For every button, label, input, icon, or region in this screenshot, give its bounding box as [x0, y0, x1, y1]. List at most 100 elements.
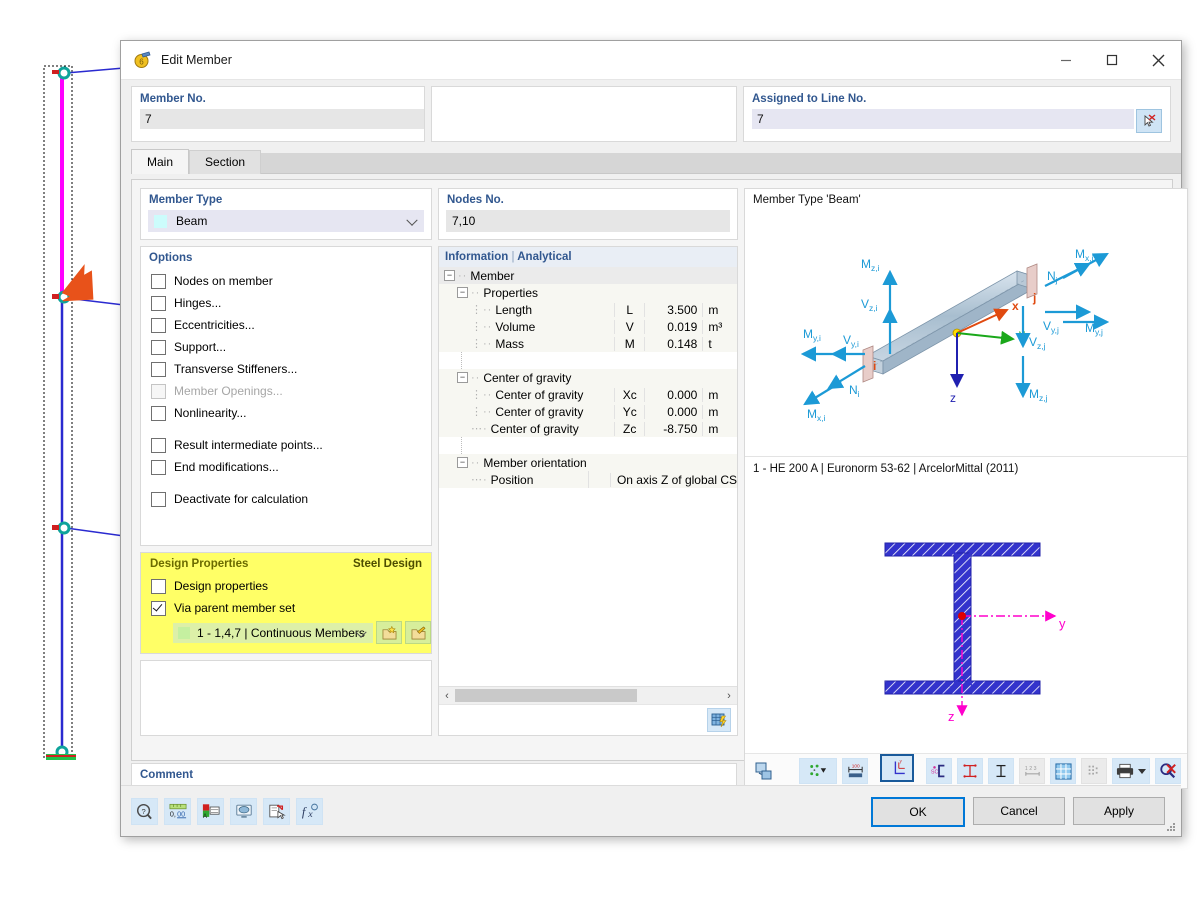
option-label: Result intermediate points... — [174, 438, 323, 452]
option-end-modifications[interactable]: End modifications... — [151, 456, 431, 478]
option-transverse-stiffeners[interactable]: Transverse Stiffeners... — [151, 358, 431, 380]
tree-row-cog-z[interactable]: ⋯· Center of gravity Zc -8.750 m — [439, 420, 737, 437]
tree-row-member[interactable]: − ·· Member — [439, 267, 737, 284]
window-controls — [1043, 41, 1181, 79]
checkbox-deactivate-for-calculation[interactable] — [151, 491, 166, 507]
checkbox-via-parent-member-set[interactable] — [151, 600, 166, 616]
maximize-icon[interactable] — [1089, 41, 1135, 79]
checkbox-support[interactable] — [151, 339, 166, 355]
new-member-set-icon[interactable] — [376, 621, 403, 644]
tab-section[interactable]: Section — [189, 150, 262, 174]
ok-button[interactable]: OK — [871, 797, 965, 827]
tree-row-center-of-gravity-group[interactable]: − ·· Center of gravity — [439, 369, 737, 386]
scroll-thumb[interactable] — [455, 689, 637, 702]
checkbox-nodes-on-member[interactable] — [151, 273, 166, 289]
tree-unit: m — [702, 302, 737, 317]
resize-grip[interactable] — [1165, 821, 1177, 833]
cancel-button[interactable]: Cancel — [973, 797, 1065, 825]
information-panel: Information | Analytical − ·· Member − ·… — [438, 246, 738, 736]
dialog-footer: ? 0, 00 A f x OK Cancel Apply — [121, 785, 1181, 836]
print-icon[interactable] — [1112, 758, 1150, 784]
checkbox-transverse-stiffeners[interactable] — [151, 361, 166, 377]
section-caption: 1 - HE 200 A | Euronorm 53-62 | ArcelorM… — [753, 463, 1019, 475]
display-properties-icon[interactable]: A — [197, 798, 224, 825]
table-grid-icon[interactable] — [707, 708, 731, 732]
option-result-intermediate-points[interactable]: Result intermediate points... — [151, 434, 431, 456]
footer-buttons: OK Cancel Apply — [871, 797, 1165, 827]
scroll-track[interactable] — [455, 688, 721, 703]
collapse-expander-icon[interactable]: − — [444, 270, 455, 281]
checkbox-end-modifications[interactable] — [151, 459, 166, 475]
tree-row-length[interactable]: ⋮·· Length L 3.500 m — [439, 301, 737, 318]
node-points-icon[interactable] — [799, 758, 837, 784]
tree-row-properties[interactable]: − ·· Properties — [439, 284, 737, 301]
checkbox-nonlinearity[interactable] — [151, 405, 166, 421]
tab-main[interactable]: Main — [131, 149, 190, 174]
checkbox-result-intermediate-points[interactable] — [151, 437, 166, 453]
option-nonlinearity[interactable]: Nonlinearity... — [151, 402, 431, 424]
parent-member-set-select[interactable]: 1 - 1,4,7 | Continuous Members — [173, 622, 374, 643]
options-list: Nodes on member Hinges... Eccentricities… — [141, 268, 431, 516]
member-type-select[interactable]: Beam — [148, 210, 424, 232]
collapse-expander-icon[interactable]: − — [457, 457, 468, 468]
scroll-left-icon[interactable]: ‹ — [439, 690, 455, 702]
assigned-line-input[interactable]: 7 — [752, 109, 1134, 129]
tree-row-cog-x[interactable]: ⋮·· Center of gravity Xc 0.000 m — [439, 386, 737, 403]
tree-symbol: L — [614, 302, 644, 317]
tree-symbol: Yc — [614, 404, 644, 419]
tree-row-volume[interactable]: ⋮·· Volume V 0.019 m³ — [439, 318, 737, 335]
member-no-input[interactable]: 7 — [140, 109, 424, 129]
scroll-right-icon[interactable]: › — [721, 690, 737, 702]
empty-label — [440, 93, 728, 105]
render-mode-icon[interactable] — [751, 758, 777, 784]
notes-icon[interactable] — [263, 798, 290, 825]
tree-row-mass[interactable]: ⋮·· Mass M 0.148 t — [439, 335, 737, 352]
visual-icon[interactable] — [230, 798, 257, 825]
collapse-expander-icon[interactable]: − — [457, 287, 468, 298]
information-horizontal-scrollbar[interactable]: ‹ › — [439, 686, 737, 704]
option-design-properties[interactable]: Design properties — [151, 575, 431, 597]
nodes-input[interactable]: 7,10 — [446, 210, 730, 232]
middle-column: Nodes No. 7,10 Information | Analytical … — [438, 188, 738, 736]
formula-icon[interactable]: f x — [296, 798, 323, 825]
design-properties-title: Design Properties — [150, 558, 249, 570]
apply-button[interactable]: Apply — [1073, 797, 1165, 825]
option-nodes-on-member[interactable]: Nodes on member — [151, 270, 431, 292]
grid-icon[interactable] — [1050, 758, 1076, 784]
svg-text:?: ? — [141, 807, 145, 816]
option-support[interactable]: Support... — [151, 336, 431, 358]
tree-row-position[interactable]: ⋯· Position On axis Z of global CS — [439, 471, 737, 488]
edit-member-set-icon[interactable] — [405, 621, 432, 644]
checkbox-eccentricities[interactable] — [151, 317, 166, 333]
option-eccentricities[interactable]: Eccentricities... — [151, 314, 431, 336]
chevron-down-icon — [1138, 768, 1146, 774]
left-blank-panel — [140, 660, 432, 736]
svg-text:100: 100 — [851, 763, 859, 769]
section-dims-vertical-icon[interactable] — [988, 758, 1014, 784]
checkbox-design-properties[interactable] — [151, 578, 166, 594]
checkbox-hinges[interactable] — [151, 295, 166, 311]
pick-line-icon[interactable] — [1136, 109, 1162, 133]
tree-row-spacer — [439, 352, 737, 369]
shear-center-icon[interactable]: SC — [926, 758, 952, 784]
member-force-diagram: x y z i j Mz,i Vz,i My,i Vy,i Ni Mx,i Mx… — [745, 206, 1187, 456]
collapse-expander-icon[interactable]: − — [457, 372, 468, 383]
tree-position-value: On axis Z of global CS — [609, 472, 737, 487]
tree-row-member-orientation-group[interactable]: − ·· Member orientation — [439, 454, 737, 471]
dimensions-icon[interactable]: 100 — [842, 758, 868, 784]
option-hinges[interactable]: Hinges... — [151, 292, 431, 314]
section-dims-horizontal-icon[interactable] — [957, 758, 983, 784]
nodes-label: Nodes No. — [447, 194, 504, 206]
information-tree[interactable]: − ·· Member − ·· Properties ⋮·· Length L… — [439, 267, 737, 686]
svg-text:1 2 3: 1 2 3 — [1024, 766, 1036, 772]
local-axes-icon[interactable]: y — [880, 753, 914, 782]
option-deactivate-for-calculation[interactable]: Deactivate for calculation — [151, 488, 431, 510]
tree-unit: m³ — [702, 319, 737, 334]
units-icon[interactable]: 0, 00 — [164, 798, 191, 825]
help-icon[interactable]: ? — [131, 798, 158, 825]
option-via-parent-member-set[interactable]: Via parent member set — [151, 597, 431, 619]
tree-row-cog-y[interactable]: ⋮·· Center of gravity Yc 0.000 m — [439, 403, 737, 420]
close-icon[interactable] — [1135, 41, 1181, 79]
minimize-icon[interactable] — [1043, 41, 1089, 79]
zoom-reset-icon[interactable] — [1155, 758, 1181, 784]
